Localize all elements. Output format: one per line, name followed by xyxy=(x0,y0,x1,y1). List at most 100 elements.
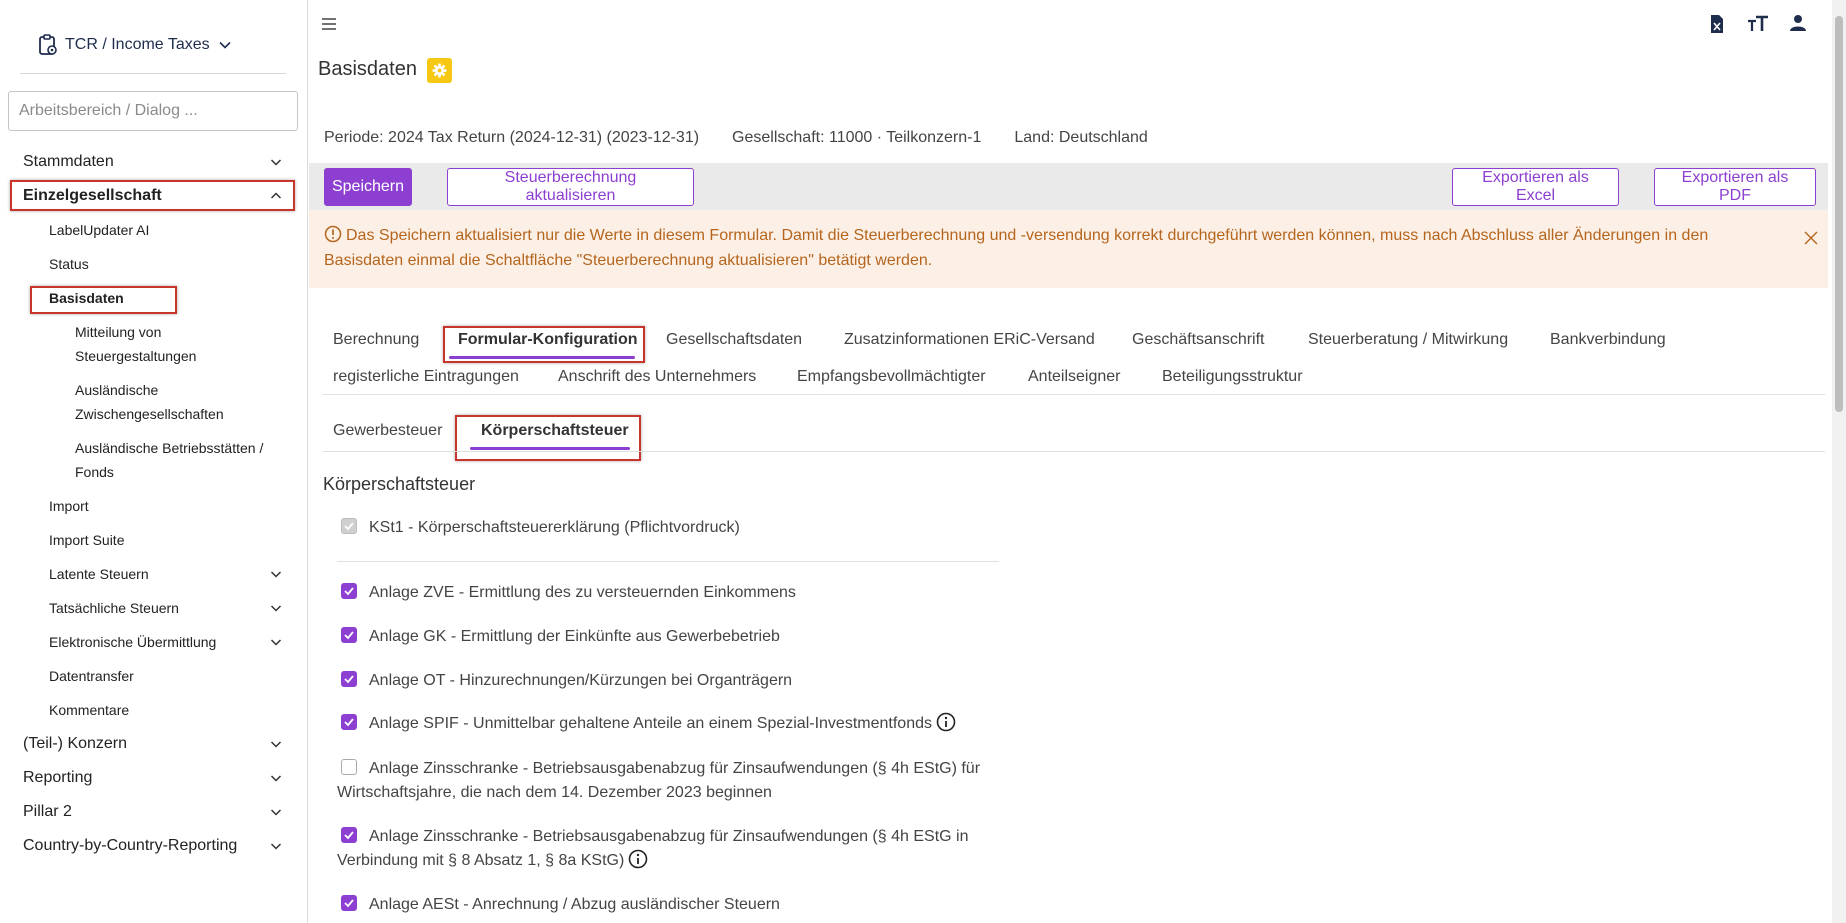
close-icon[interactable] xyxy=(1804,231,1818,245)
sidebar-item-auslaendische-betriebsstaetten[interactable]: Ausländische Betriebsstätten / Fonds xyxy=(0,436,308,484)
update-tax-calculation-button[interactable]: Steuerberechnung aktualisieren xyxy=(447,168,694,206)
tab-anteilseigner[interactable]: Anteilseigner xyxy=(1028,368,1121,386)
sidebar-item-einzelgesellschaft[interactable]: Einzelgesellschaft xyxy=(0,181,308,211)
chevron-down-icon xyxy=(270,571,282,578)
sidebar-item-basisdaten[interactable]: Basisdaten xyxy=(0,284,308,312)
sidebar-item-label: Mitteilung von Steuergestaltungen xyxy=(75,324,197,364)
hamburger-menu-icon[interactable] xyxy=(321,17,337,31)
sidebar-item-stammdaten[interactable]: Stammdaten xyxy=(0,147,308,177)
option-label: Anlage ZVE - Ermittlung des zu versteuer… xyxy=(369,584,796,601)
chevron-down-icon xyxy=(270,809,282,816)
anlage-zinsschranke-kstg-checkbox[interactable] xyxy=(341,827,357,843)
export-excel-button[interactable]: Exportieren als Excel xyxy=(1452,168,1619,206)
sidebar-item-auslaendische-zwischengesellschaften[interactable]: Ausländische Zwischengesellschaften xyxy=(0,378,308,426)
sidebar-item-import-suite[interactable]: Import Suite xyxy=(0,526,308,554)
tab-zusatzinformationen[interactable]: Zusatzinformationen ERiC-Versand xyxy=(844,331,1095,349)
clipboard-settings-icon xyxy=(39,34,57,55)
font-size-icon[interactable] xyxy=(1747,15,1769,33)
option-anlage-spif: Anlage SPIF - Unmittelbar gehaltene Ante… xyxy=(341,712,1141,736)
sidebar-item-cbcr[interactable]: Country-by-Country-Reporting xyxy=(0,831,308,861)
tab-formular-konfiguration[interactable]: Formular-Konfiguration xyxy=(458,331,638,349)
option-label: Anlage GK - Ermittlung der Einkünfte aus… xyxy=(369,628,780,645)
option-kst1: KSt1 - Körperschaftsteuererklärung (Pfli… xyxy=(341,516,1101,540)
warning-circle-icon xyxy=(324,225,342,243)
sidebar-item-import[interactable]: Import xyxy=(0,492,308,520)
scrollbar-thumb[interactable] xyxy=(1835,16,1843,412)
anlage-zve-checkbox[interactable] xyxy=(341,583,357,599)
anlage-zinsschranke-2023-checkbox[interactable] xyxy=(341,759,357,775)
tab-beteiligungsstruktur[interactable]: Beteiligungsstruktur xyxy=(1162,368,1303,386)
option-anlage-zve: Anlage ZVE - Ermittlung des zu versteuer… xyxy=(341,581,1101,605)
page-title: Basisdaten xyxy=(318,58,417,80)
sidebar-item-elektronische-uebermittlung[interactable]: Elektronische Übermittlung xyxy=(0,628,308,656)
option-anlage-zinsschranke-kstg: Anlage Zinsschranke - Betriebsausgabenab… xyxy=(337,825,1037,873)
save-button[interactable]: Speichern xyxy=(324,168,412,206)
sidebar-item-label: Import Suite xyxy=(49,532,125,548)
kst1-checkbox xyxy=(341,518,357,534)
tab-berechnung[interactable]: Berechnung xyxy=(333,331,419,349)
sidebar-item-konzern[interactable]: (Teil-) Konzern xyxy=(0,729,308,759)
sidebar-item-labelupdater[interactable]: LabelUpdater AI xyxy=(0,216,308,244)
anlage-gk-checkbox[interactable] xyxy=(341,627,357,643)
option-anlage-ot: Anlage OT - Hinzurechnungen/Kürzungen be… xyxy=(341,669,1101,693)
sidebar-item-label: Country-by-Country-Reporting xyxy=(23,837,238,854)
section-title: Körperschaftsteuer xyxy=(323,474,476,494)
user-account-icon[interactable] xyxy=(1789,14,1807,32)
sidebar-divider xyxy=(20,73,286,74)
option-anlage-zinsschranke-2023: Anlage Zinsschranke - Betriebsausgabenab… xyxy=(337,757,1037,805)
sidebar-item-label: Datentransfer xyxy=(49,668,134,684)
anlage-aest-checkbox[interactable] xyxy=(341,895,357,911)
subtabs-divider xyxy=(323,451,1825,452)
tab-steuerberatung[interactable]: Steuerberatung / Mitwirkung xyxy=(1308,331,1508,349)
export-pdf-button[interactable]: Exportieren als PDF xyxy=(1654,168,1816,206)
page-scrollbar[interactable] xyxy=(1832,0,1846,923)
alert-text: Das Speichern aktualisiert nur die Werte… xyxy=(324,227,1709,269)
company-info: Gesellschaft: 11000 · Teilkonzern-1 xyxy=(732,129,982,146)
sidebar-item-label: LabelUpdater AI xyxy=(49,222,150,238)
anlage-ot-checkbox[interactable] xyxy=(341,671,357,687)
subtab-gewerbesteuer[interactable]: Gewerbesteuer xyxy=(333,422,442,440)
info-icon[interactable] xyxy=(936,712,956,732)
sidebar-item-kommentare[interactable]: Kommentare xyxy=(0,696,308,724)
option-anlage-gk: Anlage GK - Ermittlung der Einkünfte aus… xyxy=(341,625,1101,649)
sidebar-item-label: Tatsächliche Steuern xyxy=(49,600,179,616)
tab-empfangsbevollmaechtigter[interactable]: Empfangsbevollmächtigter xyxy=(797,368,986,386)
sidebar-item-label: Latente Steuern xyxy=(49,566,149,582)
sidebar-item-datentransfer[interactable]: Datentransfer xyxy=(0,662,308,690)
option-label: Anlage OT - Hinzurechnungen/Kürzungen be… xyxy=(369,672,793,689)
tab-bankverbindung[interactable]: Bankverbindung xyxy=(1550,331,1666,349)
option-anlage-aest: Anlage AESt - Anrechnung / Abzug ausländ… xyxy=(341,893,1101,917)
settings-badge[interactable] xyxy=(427,58,452,83)
sidebar-item-tatsaechliche-steuern[interactable]: Tatsächliche Steuern xyxy=(0,594,308,622)
sidebar-item-latente-steuern[interactable]: Latente Steuern xyxy=(0,560,308,588)
option-label: Anlage SPIF - Unmittelbar gehaltene Ante… xyxy=(369,715,932,732)
excel-file-icon[interactable] xyxy=(1709,14,1725,34)
option-label: Anlage Zinsschranke - Betriebsausgabenab… xyxy=(337,760,981,801)
sidebar-item-pillar2[interactable]: Pillar 2 xyxy=(0,797,308,827)
tab-gesellschaftsdaten[interactable]: Gesellschaftsdaten xyxy=(666,331,802,349)
subtab-koerperschaftsteuer[interactable]: Körperschaftsteuer xyxy=(481,422,629,440)
chevron-down-icon xyxy=(219,41,231,49)
active-subtab-underline xyxy=(470,447,630,450)
option-label: Anlage Zinsschranke - Betriebsausgabenab… xyxy=(337,828,969,869)
sidebar-item-label: Basisdaten xyxy=(49,290,124,306)
sidebar-item-label: (Teil-) Konzern xyxy=(23,735,128,752)
sidebar-item-label: Elektronische Übermittlung xyxy=(49,634,217,650)
context-info-row: Periode: 2024 Tax Return (2024-12-31) (2… xyxy=(324,129,1148,147)
app-switcher[interactable]: TCR / Income Taxes xyxy=(38,34,232,56)
option-label: KSt1 - Körperschaftsteuererklärung (Pfli… xyxy=(369,519,740,536)
sidebar-item-reporting[interactable]: Reporting xyxy=(0,763,308,793)
sidebar-item-status[interactable]: Status xyxy=(0,250,308,278)
info-icon[interactable] xyxy=(628,849,648,869)
tab-registerliche-eintragungen[interactable]: registerliche Eintragungen xyxy=(333,368,519,386)
anlage-spif-checkbox[interactable] xyxy=(341,714,357,730)
app-title: TCR / Income Taxes xyxy=(65,36,210,53)
country-info: Land: Deutschland xyxy=(1014,129,1148,146)
option-label: Anlage AESt - Anrechnung / Abzug ausländ… xyxy=(369,896,780,913)
workspace-search-input[interactable] xyxy=(8,91,298,131)
sidebar-item-mitteilung[interactable]: Mitteilung von Steuergestaltungen xyxy=(0,320,308,368)
main-content: Basisdaten Periode: 2024 Tax Return (202… xyxy=(309,0,1828,923)
tab-geschaeftsanschrift[interactable]: Geschäftsanschrift xyxy=(1132,331,1265,349)
tab-anschrift-unternehmer[interactable]: Anschrift des Unternehmers xyxy=(558,368,756,386)
chevron-up-icon xyxy=(270,192,282,199)
